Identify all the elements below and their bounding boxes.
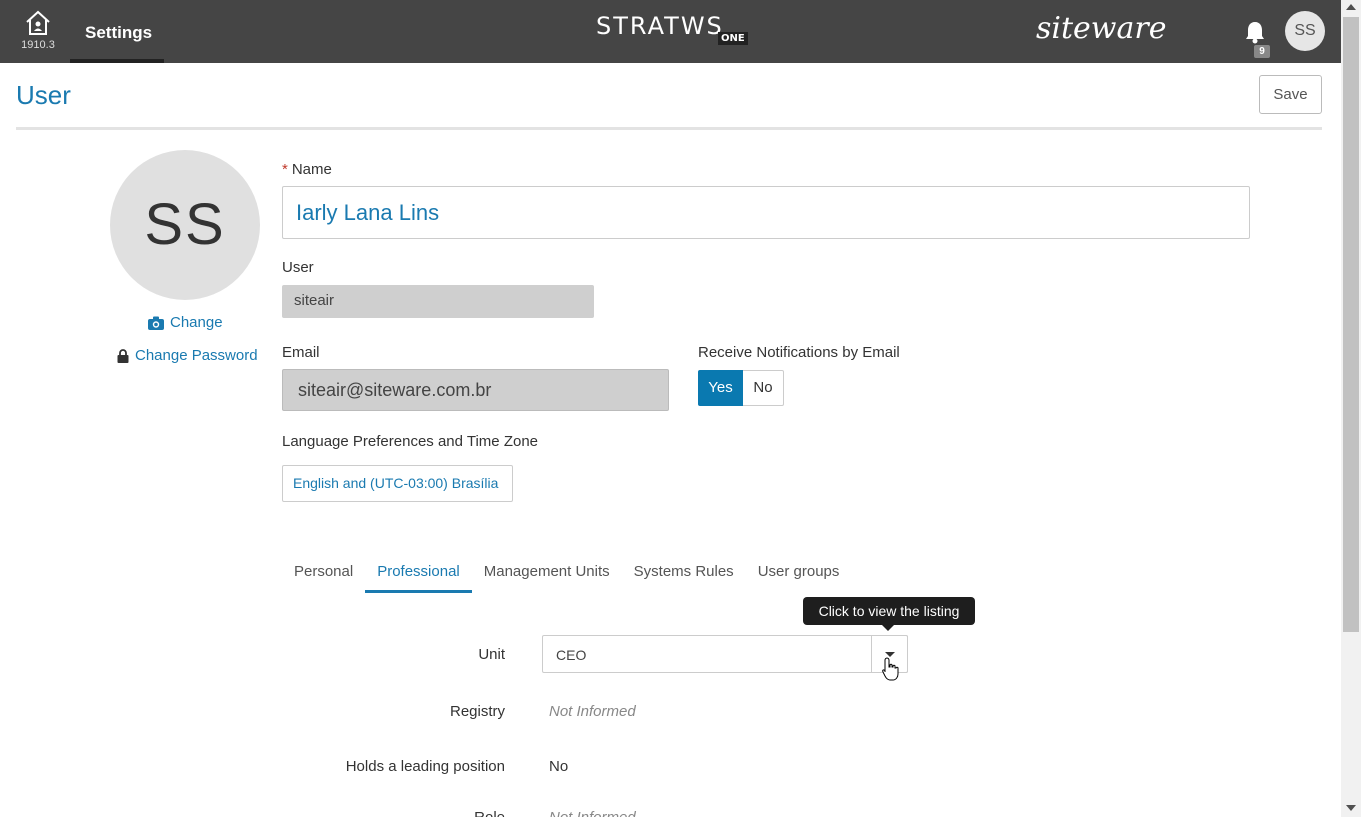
name-input[interactable]: Iarly Lana Lins <box>282 186 1250 239</box>
settings-tab-label: Settings <box>85 23 153 42</box>
change-password-link[interactable]: Change Password <box>117 347 258 364</box>
change-password-label: Change Password <box>135 347 258 364</box>
notifications-yes-button[interactable]: Yes <box>698 370 743 406</box>
notification-count-badge: 9 <box>1254 45 1270 58</box>
user-avatar[interactable]: SS <box>1285 11 1325 51</box>
top-bar: 1910.3 Settings STRATWS ONE siteware 9 S… <box>0 0 1341 63</box>
leading-position-label: Holds a leading position <box>345 758 505 775</box>
profile-avatar: SS <box>110 150 260 300</box>
unit-label: Unit <box>478 646 505 663</box>
tab-systems-rules[interactable]: Systems Rules <box>622 552 746 593</box>
scroll-up-arrow-icon[interactable] <box>1346 4 1356 10</box>
unit-tooltip: Click to view the listing <box>803 597 975 631</box>
tab-settings[interactable]: Settings <box>70 0 164 63</box>
change-photo-link[interactable]: Change <box>148 314 223 331</box>
leading-position-value: No <box>549 758 569 775</box>
role-label: Role <box>400 809 505 817</box>
page-title: User <box>16 80 71 110</box>
registry-value: Not Informed <box>549 703 636 720</box>
email-field: siteair@siteware.com.br <box>282 369 669 411</box>
change-photo-label: Change <box>170 314 223 331</box>
language-label: Language Preferences and Time Zone <box>282 433 539 450</box>
tab-personal[interactable]: Personal <box>282 552 365 593</box>
home-button[interactable]: 1910.3 <box>18 8 58 51</box>
page-scrollbar[interactable] <box>1341 0 1361 817</box>
scroll-down-arrow-icon[interactable] <box>1346 805 1356 811</box>
lock-icon <box>117 348 129 363</box>
version-label: 1910.3 <box>21 39 55 51</box>
required-mark: * <box>282 161 288 178</box>
notifications-toggle: Yes No <box>698 370 784 406</box>
home-icon <box>26 10 50 35</box>
unit-value: CEO <box>556 647 587 663</box>
header-divider <box>16 127 1322 130</box>
registry-label: Registry <box>449 703 505 720</box>
email-label: Email <box>282 344 320 361</box>
tab-user-groups[interactable]: User groups <box>746 552 852 593</box>
bell-icon[interactable] <box>1244 20 1266 44</box>
brand-suffix: ONE <box>718 32 748 45</box>
scroll-thumb[interactable] <box>1343 17 1359 632</box>
username-field: siteair <box>282 285 594 318</box>
hand-cursor-icon <box>882 657 899 681</box>
siteware-logo: siteware <box>1036 11 1167 46</box>
brand-name: STRATWS <box>596 12 724 40</box>
role-value: Not Informed <box>549 809 636 817</box>
language-timezone-button[interactable]: English and (UTC-03:00) Brasília <box>282 465 513 502</box>
camera-icon <box>148 316 164 330</box>
tab-management-units[interactable]: Management Units <box>472 552 622 593</box>
tab-professional[interactable]: Professional <box>365 552 472 593</box>
unit-select[interactable]: CEO <box>542 635 908 673</box>
save-button[interactable]: Save <box>1259 75 1322 114</box>
stratws-logo[interactable]: STRATWS ONE <box>596 12 748 45</box>
notifications-no-button[interactable]: No <box>743 370 784 406</box>
notifications-label: Receive Notifications by Email <box>698 344 900 361</box>
user-label: User <box>282 259 314 276</box>
name-label: * Name <box>282 161 332 178</box>
profile-tabs: Personal Professional Management Units S… <box>282 552 851 593</box>
